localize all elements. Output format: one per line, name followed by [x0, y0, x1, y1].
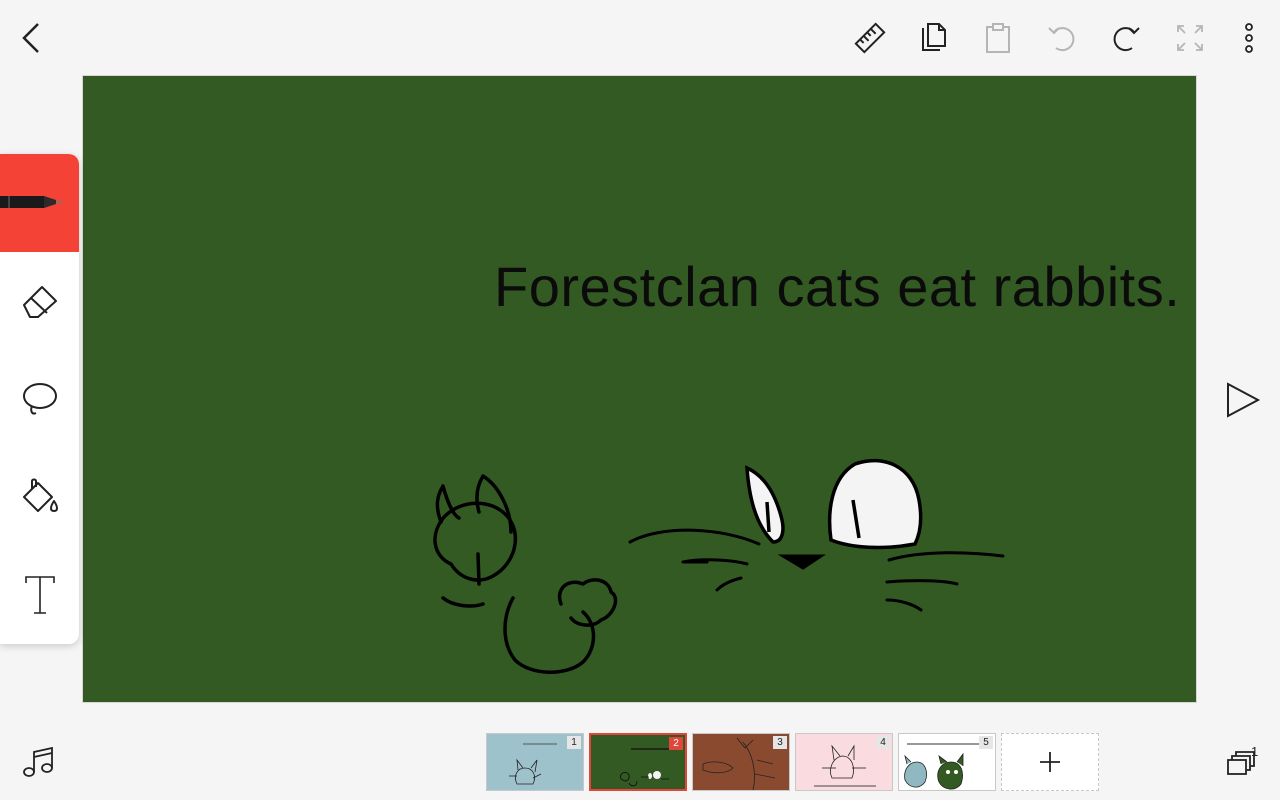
- copy-icon: [922, 23, 946, 51]
- frame-thumbnail-3[interactable]: 3: [692, 733, 790, 791]
- frame-thumbnail-1[interactable]: 1: [486, 733, 584, 791]
- frame-number: 3: [773, 736, 787, 749]
- frame-count-badge: 1: [1251, 744, 1259, 759]
- frame-number: 1: [567, 736, 581, 749]
- plus-icon: [1040, 752, 1060, 772]
- drawing-canvas[interactable]: Forestclan cats eat rabbits.: [83, 76, 1196, 702]
- paste-icon: [986, 23, 1010, 53]
- copy-button[interactable]: [912, 16, 956, 60]
- text-tool-button[interactable]: [0, 546, 79, 644]
- frame-thumbnail-5[interactable]: 5: [898, 733, 996, 791]
- lasso-tool-button[interactable]: [0, 350, 79, 448]
- frame-number: 4: [876, 736, 890, 749]
- redo-icon: [1113, 27, 1140, 52]
- eraser-icon: [22, 286, 57, 318]
- frame-thumbnail-2[interactable]: 2: [589, 733, 687, 791]
- play-button[interactable]: [1220, 378, 1264, 422]
- canvas-drawing: [433, 458, 1005, 674]
- ruler-button[interactable]: [848, 16, 892, 60]
- fullscreen-button[interactable]: [1168, 16, 1212, 60]
- frame-number: 2: [669, 737, 683, 750]
- top-toolbar: [0, 0, 1280, 75]
- fill-tool-button[interactable]: [0, 448, 79, 546]
- frames-manager-button[interactable]: [1222, 742, 1266, 782]
- more-button[interactable]: [1227, 16, 1271, 60]
- add-frame-button[interactable]: [1001, 733, 1099, 791]
- pen-tool-button[interactable]: [0, 154, 79, 252]
- redo-button[interactable]: [1104, 16, 1148, 60]
- tool-panel: [0, 154, 79, 644]
- ruler-icon: [854, 22, 886, 54]
- cat-face-drawing: [628, 458, 1005, 612]
- lasso-icon: [22, 383, 57, 415]
- back-button[interactable]: [10, 16, 54, 60]
- more-vertical-icon: [1245, 23, 1253, 53]
- undo-icon: [1048, 27, 1075, 52]
- chevron-left-icon: [22, 23, 39, 53]
- text-icon: [24, 576, 55, 614]
- paint-bucket-icon: [22, 478, 58, 512]
- play-icon: [1227, 382, 1261, 418]
- canvas-text[interactable]: Forestclan cats eat rabbits.: [494, 254, 1180, 319]
- music-button[interactable]: [20, 744, 56, 780]
- pen-icon: [0, 196, 62, 208]
- paste-button[interactable]: [976, 16, 1020, 60]
- undo-button[interactable]: [1040, 16, 1084, 60]
- eraser-tool-button[interactable]: [0, 252, 79, 350]
- frame-number: 5: [979, 736, 993, 749]
- rabbit-drawing: [433, 474, 618, 674]
- fullscreen-icon: [1177, 25, 1203, 51]
- music-note-icon: [23, 746, 53, 777]
- frame-thumbnail-4[interactable]: 4: [795, 733, 893, 791]
